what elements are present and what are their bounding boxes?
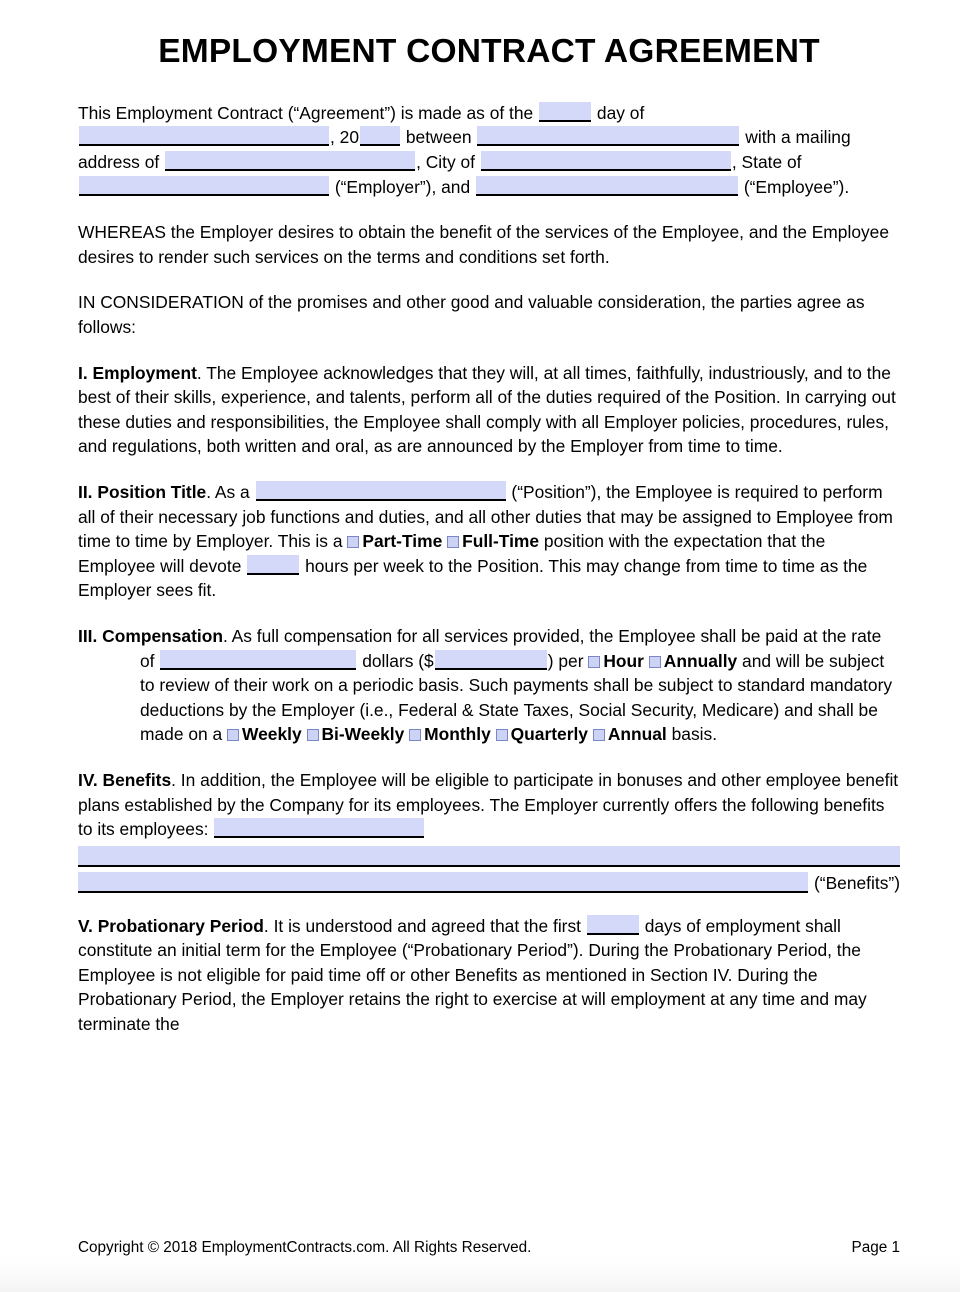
benefits-field-line-1[interactable] [214,818,425,839]
section-compensation-text-6: basis. [671,724,718,745]
section-probationary: V. Probationary Period. It is understood… [78,914,900,1037]
consideration-paragraph: IN CONSIDERATION of the promises and oth… [78,292,865,337]
hours-per-week-field[interactable] [247,554,300,575]
section-employment-body: . The Employee acknowledges that they wi… [78,362,896,457]
section-compensation-title: Compensation [102,625,223,646]
label-quarterly: Quarterly [510,724,588,745]
section-compensation-number: III. [78,625,98,646]
checkbox-bi-weekly[interactable] [306,729,319,742]
checkbox-annually[interactable] [648,655,661,668]
section-compensation-text-3: dollars ($ [362,650,434,671]
benefits-field-line-2[interactable] [78,845,900,867]
checkbox-weekly[interactable] [227,729,240,742]
benefits-defined-term: (“Benefits”) [813,872,900,893]
checkbox-part-time[interactable] [347,536,360,549]
position-title-field[interactable] [255,480,506,501]
checkbox-annual[interactable] [592,729,605,742]
rate-words-field[interactable] [160,649,357,670]
employer-name-field[interactable] [477,126,740,147]
intro-text-2: day of [596,102,645,123]
section-position-number: II. [78,481,93,502]
employer-city-field[interactable] [480,151,731,172]
page-footer: Copyright © 2018 EmploymentContracts.com… [78,1238,900,1258]
employer-state-field[interactable] [79,175,329,196]
section-probationary-text-1: . It is understood and agreed that the f… [263,915,581,936]
label-monthly: Monthly [424,724,491,745]
benefits-field-line-3[interactable] [78,871,808,893]
section-probationary-number: V. [78,915,93,936]
year-field[interactable] [360,126,401,147]
footer-page-number: Page 1 [851,1239,900,1256]
section-employment-number: I. [78,362,88,383]
label-hour: Hour [603,650,644,671]
checkbox-hour[interactable] [588,655,601,668]
section-employment-title: Employment [92,362,197,383]
label-annually: Annually [663,650,738,671]
intro-text-4: between [405,127,472,148]
checkbox-quarterly[interactable] [495,729,508,742]
employer-address-field[interactable] [165,151,416,172]
intro-text-6: , City of [416,152,476,173]
section-benefits-number: IV. [78,769,98,790]
section-benefits-title: Benefits [102,769,172,790]
section-compensation-text-1: . As full compensation for all services … [222,625,737,646]
whereas-paragraph: WHEREAS the Employer desires to obtain t… [78,222,890,267]
section-benefits-text-1: . In addition, the Employee will be elig… [78,769,899,840]
label-part-time: Part-Time [362,531,443,552]
intro-text-9: (“Employer”), and [334,176,471,197]
section-benefits: IV. Benefits. In addition, the Employee … [78,768,900,842]
section-position-title-label: Position Title [97,481,207,502]
label-annual: Annual [607,724,667,745]
intro-text-10: (“Employee”). [743,176,850,197]
intro-text-7: , [731,152,737,173]
intro-text-8: State of [741,152,802,173]
document-page: EMPLOYMENT CONTRACT AGREEMENT This Emplo… [0,0,960,1292]
label-full-time: Full-Time [462,531,540,552]
section-employment: I. Employment. The Employee acknowledges… [78,361,900,459]
section-probationary-title: Probationary Period [97,915,264,936]
benefits-last-line-row: (“Benefits”) [78,871,900,893]
intro-paragraph: This Employment Contract (“Agreement”) i… [78,101,900,199]
day-field[interactable] [539,101,592,122]
employee-name-field[interactable] [475,175,738,196]
intro-text-3: , 20 [330,127,360,148]
section-position-title: II. Position Title. As a (“Position”), t… [78,480,900,603]
checkbox-monthly[interactable] [409,729,422,742]
document-content: EMPLOYMENT CONTRACT AGREEMENT This Emplo… [0,0,960,1037]
section-position-text-1: . As a [206,481,250,502]
section-compensation-head: III. Compensation. As full compensation … [78,626,736,646]
intro-text-1: This Employment Contract (“Agreement”) i… [78,102,534,123]
section-compensation-text-4: ) per [547,650,584,671]
probation-days-field[interactable] [586,914,639,935]
page-edge-shadow [0,1256,960,1292]
month-field[interactable] [79,126,329,147]
checkbox-full-time[interactable] [447,536,460,549]
section-compensation: III. Compensation. As full compensation … [78,624,900,747]
footer-copyright: Copyright © 2018 EmploymentContracts.com… [78,1239,532,1256]
label-bi-weekly: Bi-Weekly [321,724,405,745]
rate-amount-field[interactable] [434,649,547,670]
page-title: EMPLOYMENT CONTRACT AGREEMENT [158,33,820,70]
label-weekly: Weekly [242,724,302,745]
